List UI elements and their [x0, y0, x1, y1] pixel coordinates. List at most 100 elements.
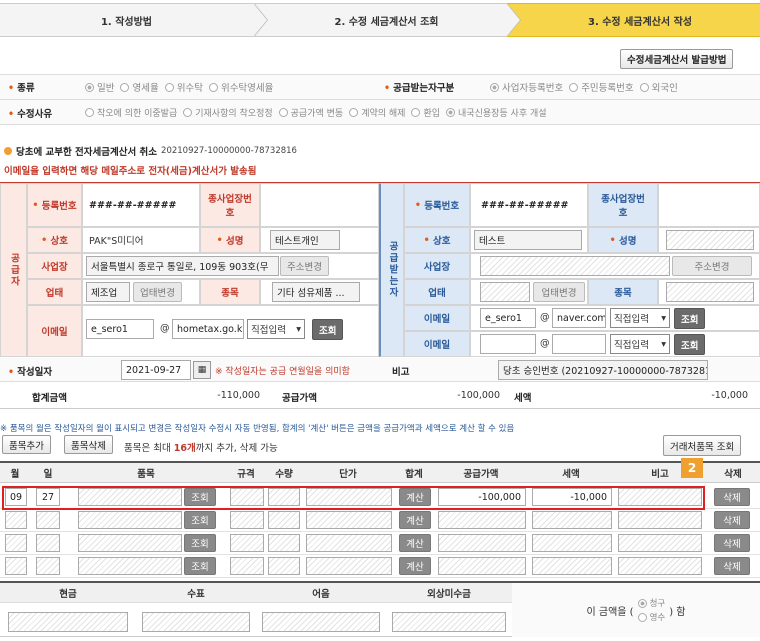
radio-icon[interactable]: [637, 612, 647, 622]
radio-icon[interactable]: [637, 598, 647, 608]
row-item-lookup-button[interactable]: 조회: [184, 557, 216, 575]
receiver-addr-change-button[interactable]: 주소변경: [672, 256, 752, 276]
pay-note-input[interactable]: [262, 612, 380, 632]
row-memo[interactable]: [618, 511, 702, 529]
receiver-item-input[interactable]: [666, 282, 754, 302]
row-supply[interactable]: [438, 511, 526, 529]
row-memo[interactable]: [618, 557, 702, 575]
radio-icon[interactable]: [208, 82, 218, 92]
radio-icon[interactable]: [639, 82, 649, 92]
receiver-email-domain[interactable]: naver.com: [552, 308, 606, 328]
radio-icon[interactable]: [120, 82, 130, 92]
row-day[interactable]: [36, 557, 60, 575]
supplier-addr-input[interactable]: 서울특별시 종로구 통일로, 109동 903호(무: [86, 256, 279, 276]
pay-credit-input[interactable]: [392, 612, 506, 632]
radio-icon[interactable]: [446, 108, 456, 117]
receiver-biz-input[interactable]: [480, 282, 530, 302]
row-item[interactable]: [78, 511, 182, 529]
receipt-option[interactable]: 영수: [637, 611, 665, 623]
row-month[interactable]: 09: [5, 488, 27, 506]
row-item-lookup-button[interactable]: 조회: [184, 488, 216, 506]
receiver-sub-value[interactable]: [658, 183, 760, 227]
row-spec[interactable]: [230, 534, 264, 552]
row-delete-button[interactable]: 삭제: [714, 557, 750, 575]
receiver-name-input[interactable]: 테스트: [474, 230, 582, 250]
radio-icon[interactable]: [164, 82, 174, 92]
row-day[interactable]: [36, 511, 60, 529]
claim-option[interactable]: 청구: [637, 597, 665, 609]
row-price[interactable]: [306, 534, 392, 552]
radio-icon[interactable]: [183, 108, 193, 117]
receiver-email-lookup-button[interactable]: 조회: [674, 308, 706, 329]
receiver-email2-id[interactable]: [480, 334, 536, 354]
supplier-biz-change-button[interactable]: 업태변경: [133, 282, 182, 302]
partner-item-lookup-button[interactable]: 거래처품목 조회: [663, 435, 742, 456]
radio-icon[interactable]: [411, 108, 421, 117]
row-supply[interactable]: -100,000: [438, 488, 526, 506]
supplier-addr-change-button[interactable]: 주소변경: [280, 256, 329, 276]
row-price[interactable]: [306, 557, 392, 575]
row-item-lookup-button[interactable]: 조회: [184, 534, 216, 552]
supplier-email-domain[interactable]: hometax.go.kr: [172, 319, 244, 339]
pay-cash-input[interactable]: [8, 612, 128, 632]
radio-icon[interactable]: [85, 82, 94, 92]
type-options[interactable]: 일반 영세율 위수탁 위수탁영세율: [85, 80, 279, 94]
radio-icon[interactable]: [490, 82, 499, 92]
issue-method-button[interactable]: 수정세금계산서 발급방법: [620, 49, 734, 69]
row-delete-button[interactable]: 삭제: [714, 511, 750, 529]
date-input[interactable]: 2021-09-27: [121, 360, 191, 380]
row-tax[interactable]: -10,000: [532, 488, 612, 506]
receiver-email-select[interactable]: 직접입력 ▾: [610, 308, 670, 328]
add-item-button[interactable]: 품목추가: [2, 435, 51, 454]
receiver-email-id[interactable]: e_sero1: [480, 308, 536, 328]
row-supply[interactable]: [438, 534, 526, 552]
supplier-email-lookup-button[interactable]: 조회: [312, 319, 344, 340]
pay-check-input[interactable]: [142, 612, 250, 632]
reason-options[interactable]: 착오에 의한 이중발급 기재사항의 착오정정 공급가액 변동 계약의 해제 환입…: [85, 106, 553, 119]
receiver-biz-change-button[interactable]: 업태변경: [533, 282, 585, 302]
row-memo[interactable]: [618, 488, 702, 506]
memo-input[interactable]: 당초 승인번호 (20210927-10000000-78732816): [498, 360, 708, 380]
row-delete-button[interactable]: 삭제: [714, 488, 750, 506]
receiver-addr-input[interactable]: [480, 256, 670, 276]
row-memo[interactable]: [618, 534, 702, 552]
row-item-lookup-button[interactable]: 조회: [184, 511, 216, 529]
supplier-biz-input[interactable]: 제조업: [86, 282, 130, 302]
row-calc-button[interactable]: 계산: [399, 488, 431, 506]
supplier-rep-input[interactable]: 테스트개인: [270, 230, 340, 250]
row-month[interactable]: [5, 511, 27, 529]
row-qty[interactable]: [268, 534, 300, 552]
row-calc-button[interactable]: 계산: [399, 534, 431, 552]
radio-icon[interactable]: [278, 108, 288, 117]
receiver-email2-select[interactable]: 직접입력 ▾: [610, 334, 670, 354]
radio-icon[interactable]: [569, 82, 579, 92]
supplier-item-input[interactable]: 기타 섬유제품 ...: [272, 282, 360, 302]
receiver-type-options[interactable]: 사업자등록번호 주민등록번호 외국인: [490, 80, 684, 94]
radio-icon[interactable]: [349, 108, 359, 117]
row-qty[interactable]: [268, 511, 300, 529]
row-price[interactable]: [306, 488, 392, 506]
row-tax[interactable]: [532, 534, 612, 552]
row-calc-button[interactable]: 계산: [399, 557, 431, 575]
row-month[interactable]: [5, 534, 27, 552]
supplier-email-select[interactable]: 직접입력 ▾: [247, 319, 305, 339]
row-spec[interactable]: [230, 557, 264, 575]
row-spec[interactable]: [230, 488, 264, 506]
row-delete-button[interactable]: 삭제: [714, 534, 750, 552]
remove-item-button[interactable]: 품목삭제: [64, 435, 113, 454]
supplier-email-id[interactable]: e_sero1: [86, 319, 154, 339]
row-day[interactable]: 27: [36, 488, 60, 506]
supplier-sub-value[interactable]: [260, 183, 379, 227]
receiver-email2-lookup-button[interactable]: 조회: [674, 334, 706, 355]
row-supply[interactable]: [438, 557, 526, 575]
row-month[interactable]: [5, 557, 27, 575]
row-qty[interactable]: [268, 557, 300, 575]
row-item[interactable]: [78, 557, 182, 575]
row-price[interactable]: [306, 511, 392, 529]
row-spec[interactable]: [230, 511, 264, 529]
row-tax[interactable]: [532, 511, 612, 529]
row-calc-button[interactable]: 계산: [399, 511, 431, 529]
receiver-email2-domain[interactable]: [552, 334, 606, 354]
row-qty[interactable]: [268, 488, 300, 506]
calendar-icon[interactable]: ▦: [193, 361, 211, 379]
